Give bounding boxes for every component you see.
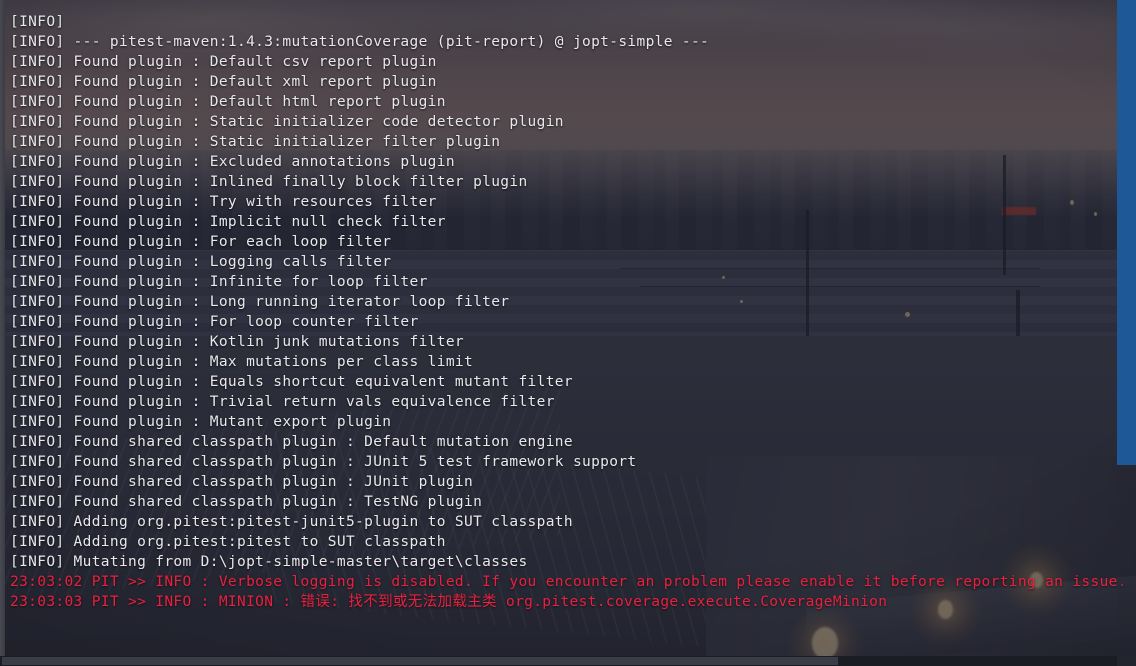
console-line: [INFO] Found plugin : Trivial return val… — [10, 394, 555, 410]
console-line: [INFO] Found shared classpath plugin : J… — [10, 454, 637, 470]
console-line: [INFO] Found plugin : Infinite for loop … — [10, 274, 428, 290]
console-line: [INFO] Found plugin : Static initializer… — [10, 114, 564, 130]
console-line: [INFO] Found plugin : Excluded annotatio… — [10, 154, 455, 170]
console-line: [INFO] Found plugin : Inlined finally bl… — [10, 174, 528, 190]
horizontal-scrollbar[interactable] — [0, 656, 1136, 666]
console-line: [INFO] — [10, 14, 65, 30]
console-line: [INFO] Found plugin : For loop counter f… — [10, 314, 419, 330]
console-line: [INFO] Found plugin : Default html repor… — [10, 94, 446, 110]
console-line: [INFO] Found plugin : Implicit null chec… — [10, 214, 446, 230]
console-line: [INFO] Found plugin : Long running itera… — [10, 294, 510, 310]
console-line: [INFO] Found plugin : Static initializer… — [10, 134, 501, 150]
console-line: [INFO] Found plugin : Try with resources… — [10, 194, 437, 210]
console-line: [INFO] Adding org.pitest:pitest to SUT c… — [10, 534, 446, 550]
console-line: [INFO] Found shared classpath plugin : T… — [10, 494, 483, 510]
console-line: [INFO] Found shared classpath plugin : D… — [10, 434, 573, 450]
horizontal-scrollbar-thumb[interactable] — [2, 657, 838, 665]
console-line: [INFO] Found plugin : Mutant export plug… — [10, 414, 392, 430]
console-line: [INFO] --- pitest-maven:1.4.3:mutationCo… — [10, 34, 710, 50]
vertical-scrollbar[interactable] — [1117, 0, 1136, 666]
console-line: [INFO] Found plugin : Max mutations per … — [10, 354, 474, 370]
terminal-window: [INFO] [INFO] --- pitest-maven:1.4.3:muta… — [0, 0, 1136, 666]
scrollbar-corner — [1117, 656, 1136, 666]
console-line: 23:03:03 PIT >> INFO : MINION : 错误: 找不到或… — [10, 594, 888, 610]
console-line: [INFO] Found plugin : Logging calls filt… — [10, 254, 392, 270]
console-line: [INFO] Adding org.pitest:pitest-junit5-p… — [10, 514, 573, 530]
console-output[interactable]: [INFO] [INFO] --- pitest-maven:1.4.3:muta… — [0, 0, 1136, 666]
console-line: [INFO] Found plugin : For each loop filt… — [10, 234, 392, 250]
window-left-edge — [0, 0, 5, 666]
vertical-scrollbar-thumb[interactable] — [1117, 0, 1136, 465]
console-line: [INFO] Mutating from D:\jopt-simple-mast… — [10, 554, 528, 570]
console-line: [INFO] Found plugin : Default xml report… — [10, 74, 437, 90]
console-line: [INFO] Found plugin : Kotlin junk mutati… — [10, 334, 464, 350]
console-line: [INFO] Found plugin : Default csv report… — [10, 54, 437, 70]
console-line: [INFO] Found shared classpath plugin : J… — [10, 474, 474, 490]
console-line: 23:03:02 PIT >> INFO : Verbose logging i… — [10, 574, 1127, 590]
console-line: [INFO] Found plugin : Equals shortcut eq… — [10, 374, 573, 390]
